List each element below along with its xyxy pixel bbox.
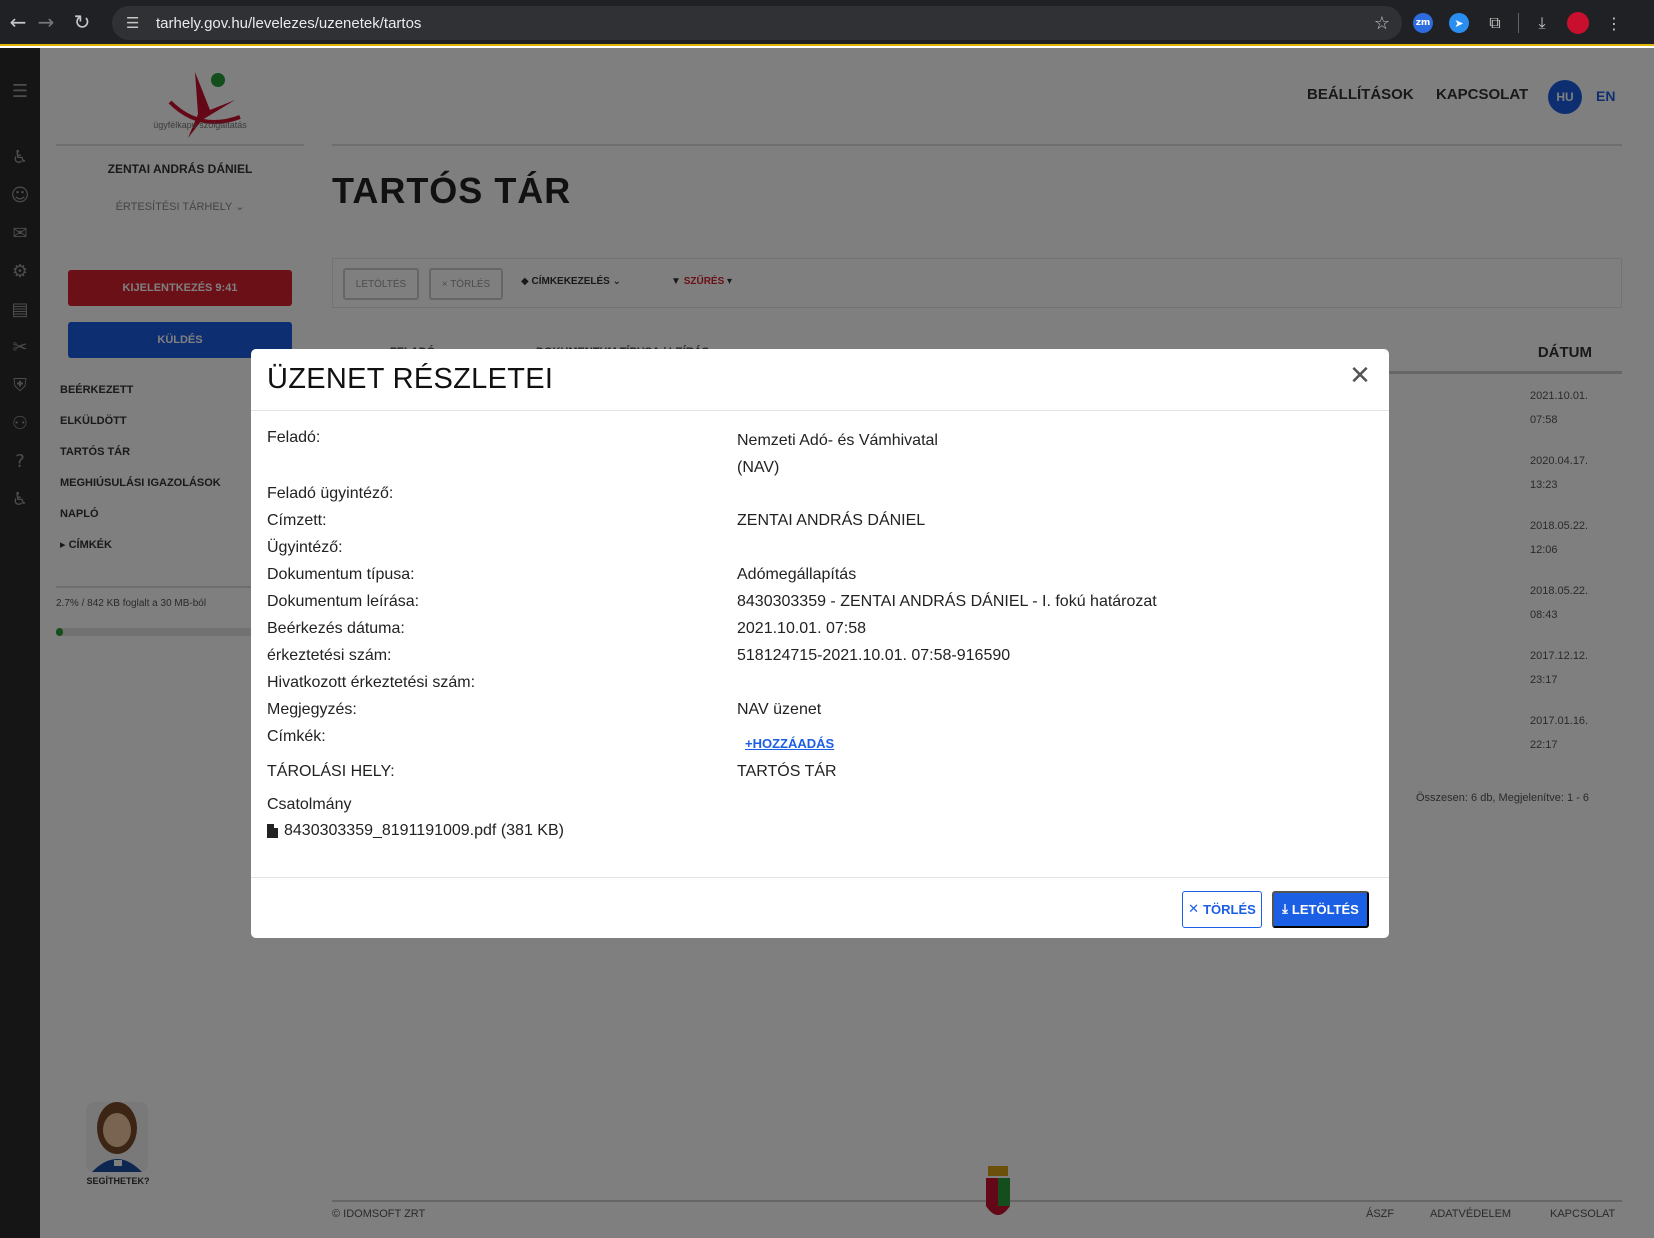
received-date-value: 2021.10.01. 07:58	[737, 620, 867, 637]
download-button[interactable]: ⤓ LETÖLTÉS	[1272, 891, 1369, 928]
referenced-registration-label: Hivatkozott érkeztetési szám:	[267, 674, 476, 691]
site-info-icon[interactable]: ☰	[126, 14, 148, 32]
officer-label: Ügyintéző:	[267, 539, 343, 556]
add-tag-link[interactable]: +HOZZÁADÁS	[745, 736, 834, 751]
sender-label: Feladó:	[267, 429, 321, 446]
modal-body: Feladó: Nemzeti Adó- és Vámhivatal (NAV)…	[251, 411, 1389, 877]
telegram-extension-icon[interactable]: ➤	[1446, 10, 1472, 36]
doc-desc-value: 8430303359 - ZENTAI ANDRÁS DÁNIEL - I. f…	[737, 593, 1157, 610]
recipient-label: Címzett:	[267, 512, 327, 529]
download-icon[interactable]: ⤓	[1529, 10, 1555, 36]
puzzle-extensions-icon[interactable]: ⧉	[1482, 10, 1508, 36]
close-icon: ✕	[1188, 902, 1200, 917]
attachment-file-name[interactable]: 8430303359_8191191009.pdf (381 KB)	[284, 822, 564, 840]
registration-number-value: 518124715-2021.10.01. 07:58-916590	[737, 647, 1011, 664]
download-button-label: LETÖLTÉS	[1291, 902, 1359, 917]
attachment-label: Csatolmány	[267, 796, 352, 813]
storage-location-label: TÁROLÁSI HELY:	[267, 763, 395, 780]
sender-officer-label: Feladó ügyintéző:	[267, 485, 394, 502]
sender-value: Nemzeti Adó- és Vámhivatal	[737, 432, 938, 449]
tags-label: Címkék:	[267, 728, 326, 745]
received-date-label: Beérkezés dátuma:	[267, 620, 405, 637]
modal-title: ÜZENET RÉSZLETEI	[267, 363, 554, 395]
message-details-modal: ÜZENET RÉSZLETEI ✕ Feladó: Nemzeti Adó- …	[251, 349, 1389, 938]
sender-value-abbr: (NAV)	[737, 459, 780, 476]
zm-extension-icon[interactable]: zm	[1410, 10, 1436, 36]
storage-location-value: TARTÓS TÁR	[737, 763, 837, 780]
download-icon: ⤓	[1282, 902, 1288, 917]
doc-type-label: Dokumentum típusa:	[267, 566, 415, 583]
doc-type-value: Adómegállapítás	[737, 566, 857, 583]
url-text[interactable]: tarhely.gov.hu/levelezes/uzenetek/tartos	[156, 15, 421, 32]
modal-header: ÜZENET RÉSZLETEI ✕	[251, 349, 1389, 411]
reload-icon[interactable]: ↻	[64, 4, 100, 40]
doc-desc-label: Dokumentum leírása:	[267, 593, 420, 610]
forward-icon[interactable]: →	[28, 4, 64, 40]
note-value: NAV üzenet	[737, 701, 822, 718]
address-bar[interactable]: ☰ tarhely.gov.hu/levelezes/uzenetek/tart…	[112, 6, 1402, 40]
file-icon	[267, 824, 278, 838]
bookmark-star-icon[interactable]: ☆	[1374, 13, 1390, 34]
delete-button-label: TÖRLÉS	[1203, 902, 1256, 917]
close-icon[interactable]: ✕	[1345, 361, 1375, 391]
registration-number-label: érkeztetési szám:	[267, 647, 392, 664]
recipient-value: ZENTAI ANDRÁS DÁNIEL	[737, 512, 926, 529]
extensions-area: zm ➤ ⧉ ⤓ ⋮	[1410, 6, 1627, 40]
note-label: Megjegyzés:	[267, 701, 357, 718]
browser-toolbar: ← → ↻ ☰ tarhely.gov.hu/levelezes/uzenete…	[0, 0, 1654, 46]
more-menu-icon[interactable]: ⋮	[1601, 10, 1627, 36]
profile-avatar[interactable]	[1565, 10, 1591, 36]
modal-footer: ✕ TÖRLÉS ⤓ LETÖLTÉS	[251, 877, 1389, 938]
toolbar-separator	[1518, 13, 1519, 33]
attachment-link[interactable]: 8430303359_8191191009.pdf (381 KB)	[267, 822, 564, 840]
delete-button[interactable]: ✕ TÖRLÉS	[1182, 891, 1262, 928]
